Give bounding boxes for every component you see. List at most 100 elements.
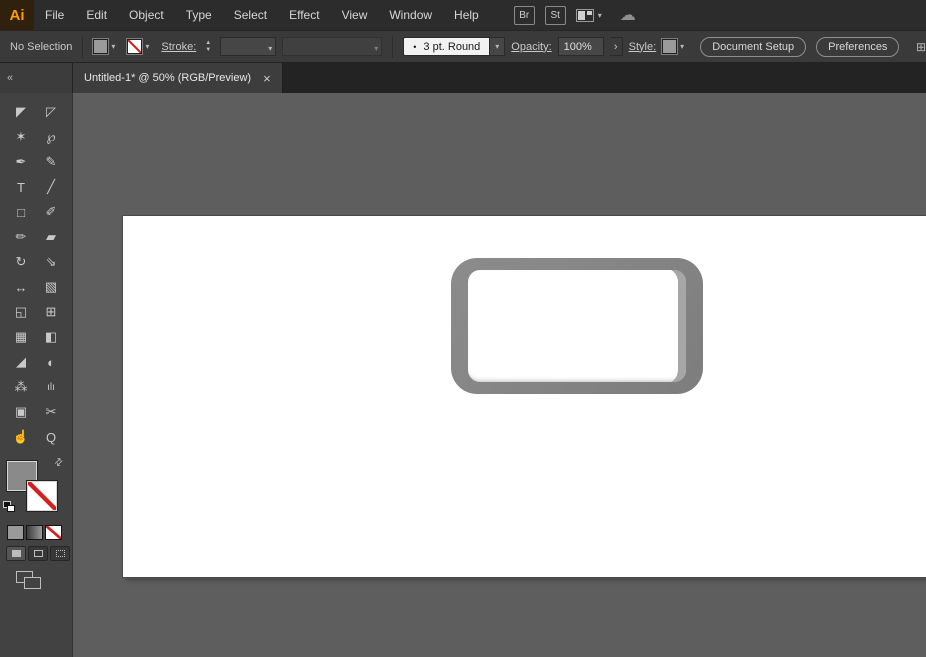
- workspace-switcher[interactable]: ▾: [575, 8, 602, 22]
- line-segment-tool[interactable]: ╱: [36, 175, 66, 199]
- chevron-down-icon: ▾: [597, 10, 602, 20]
- rounded-key-inner-face: [468, 270, 686, 382]
- slice-tool[interactable]: ✂: [36, 400, 66, 424]
- symbol-sprayer-tool[interactable]: ⁂: [6, 375, 36, 399]
- menu-edit[interactable]: Edit: [75, 0, 118, 30]
- stroke-weight-stepper[interactable]: ▲ ▼: [202, 37, 214, 57]
- stepper-up-icon[interactable]: ▲: [202, 40, 214, 47]
- canvas-area[interactable]: [73, 93, 926, 657]
- selection-tool[interactable]: ◤: [6, 100, 36, 124]
- gradient-button[interactable]: [26, 525, 43, 540]
- stock-icon[interactable]: St: [544, 5, 566, 25]
- menu-window[interactable]: Window: [378, 0, 443, 30]
- stroke-panel-link[interactable]: Stroke:: [161, 41, 196, 53]
- mesh-tool[interactable]: ▦: [6, 325, 36, 349]
- brush-definition-dropdown: ▾: [282, 37, 383, 56]
- draw-inside-button[interactable]: [50, 546, 70, 561]
- curvature-tool[interactable]: ✎: [36, 150, 66, 174]
- blend-tool[interactable]: ◐: [36, 350, 66, 374]
- fill-stroke-control: ⇄: [0, 456, 72, 521]
- menu-select[interactable]: Select: [223, 0, 278, 30]
- stroke-color-picker[interactable]: ▾: [127, 39, 149, 54]
- divider: [82, 35, 84, 58]
- width-profile-dropdown-button[interactable]: ▾: [490, 37, 506, 56]
- default-fill-stroke-icon[interactable]: [3, 501, 17, 513]
- style-picker[interactable]: ▾: [662, 39, 684, 54]
- opacity-expand-button[interactable]: ›: [609, 37, 623, 56]
- menu-file[interactable]: File: [34, 0, 75, 30]
- screen-mode-icon: [24, 577, 41, 589]
- draw-behind-button[interactable]: [28, 546, 48, 561]
- panel-icon[interactable]: ⊞: [916, 40, 926, 54]
- tool-panel: ◤ ◸ ✶ ℘ ✒ ✎ T ╱ □ ✐ ✏ ▰ ↻ ⇘ ↔ ▧ ◱ ⊞ ▦ ◧ …: [0, 93, 73, 657]
- fill-swatch[interactable]: [93, 39, 109, 54]
- chevron-down-icon: ▾: [495, 42, 500, 51]
- shape-builder-tool[interactable]: ◱: [6, 300, 36, 324]
- menu-bar: Ai File Edit Object Type Select Effect V…: [0, 0, 926, 30]
- rectangle-tool[interactable]: □: [6, 200, 36, 224]
- document-tab[interactable]: Untitled-1* @ 50% (RGB/Preview) ×: [73, 63, 283, 93]
- bridge-icon[interactable]: Br: [513, 5, 535, 25]
- opacity-panel-link[interactable]: Opacity:: [511, 41, 551, 53]
- gradient-tool[interactable]: ◧: [36, 325, 66, 349]
- rotate-tool[interactable]: ↻: [6, 250, 36, 274]
- stroke-weight-dropdown[interactable]: ▾: [220, 37, 277, 56]
- free-transform-tool[interactable]: ▧: [36, 275, 66, 299]
- chevron-down-icon: ▾: [111, 42, 116, 51]
- menu-help[interactable]: Help: [443, 0, 490, 30]
- fill-color-picker[interactable]: ▾: [93, 39, 115, 54]
- color-button[interactable]: [7, 525, 24, 540]
- stroke-proxy-swatch[interactable]: [27, 481, 57, 511]
- profile-dot-icon: •: [413, 41, 417, 52]
- scale-tool[interactable]: ⇘: [36, 250, 66, 274]
- magic-wand-tool[interactable]: ✶: [6, 125, 36, 149]
- menu-effect[interactable]: Effect: [278, 0, 330, 30]
- column-graph-tool[interactable]: ılı: [36, 375, 66, 399]
- artboard[interactable]: [123, 216, 926, 577]
- zoom-tool[interactable]: Q: [36, 425, 66, 449]
- draw-normal-button[interactable]: [6, 546, 26, 561]
- menu-object[interactable]: Object: [118, 0, 175, 30]
- style-panel-link[interactable]: Style:: [629, 41, 657, 53]
- collapse-panel-button[interactable]: «: [0, 63, 73, 93]
- preferences-button[interactable]: Preferences: [816, 36, 900, 57]
- artboard-tool[interactable]: ▣: [6, 400, 36, 424]
- stepper-down-icon[interactable]: ▼: [202, 47, 214, 54]
- width-tool[interactable]: ↔: [6, 275, 36, 299]
- direct-selection-tool[interactable]: ◸: [36, 100, 66, 124]
- swap-fill-stroke-icon[interactable]: ⇄: [52, 456, 66, 470]
- document-tab-bar: « Untitled-1* @ 50% (RGB/Preview) ×: [0, 63, 926, 93]
- close-icon[interactable]: ×: [263, 72, 271, 85]
- width-profile-value: 3 pt. Round: [423, 40, 481, 53]
- menubar-icon-group: Br St ▾ ☁: [513, 5, 636, 25]
- none-button[interactable]: [45, 525, 62, 540]
- document-setup-button[interactable]: Document Setup: [700, 36, 807, 57]
- drawing-modes-row: [0, 540, 72, 561]
- lasso-tool[interactable]: ℘: [36, 125, 66, 149]
- workspace-icon: [575, 8, 594, 22]
- chevron-down-icon: ▾: [680, 42, 685, 51]
- chevron-down-icon: ▾: [145, 42, 150, 51]
- stroke-none-swatch[interactable]: [127, 39, 143, 54]
- perspective-grid-tool[interactable]: ⊞: [36, 300, 66, 324]
- paintbrush-tool[interactable]: ✐: [36, 200, 66, 224]
- style-swatch[interactable]: [662, 39, 678, 54]
- chevron-down-icon: ▾: [268, 44, 273, 53]
- pen-tool[interactable]: ✒: [6, 150, 36, 174]
- rounded-key-shape[interactable]: [451, 258, 703, 394]
- color-type-row: [0, 521, 72, 540]
- pencil-tool[interactable]: ✏: [6, 225, 36, 249]
- variable-width-profile[interactable]: • 3 pt. Round ▾: [403, 37, 506, 56]
- chevron-down-icon: ▾: [374, 44, 379, 53]
- document-tab-title: Untitled-1* @ 50% (RGB/Preview): [84, 72, 252, 84]
- width-profile-field[interactable]: • 3 pt. Round: [403, 37, 491, 56]
- menu-view[interactable]: View: [331, 0, 379, 30]
- hand-tool[interactable]: ☝: [6, 425, 36, 449]
- eraser-tool[interactable]: ▰: [36, 225, 66, 249]
- opacity-input[interactable]: 100%: [557, 37, 604, 56]
- type-tool[interactable]: T: [6, 175, 36, 199]
- sync-cloud-icon[interactable]: ☁: [620, 5, 636, 25]
- menu-type[interactable]: Type: [175, 0, 223, 30]
- screen-mode-button[interactable]: [16, 571, 46, 591]
- eyedropper-tool[interactable]: ◢: [6, 350, 36, 374]
